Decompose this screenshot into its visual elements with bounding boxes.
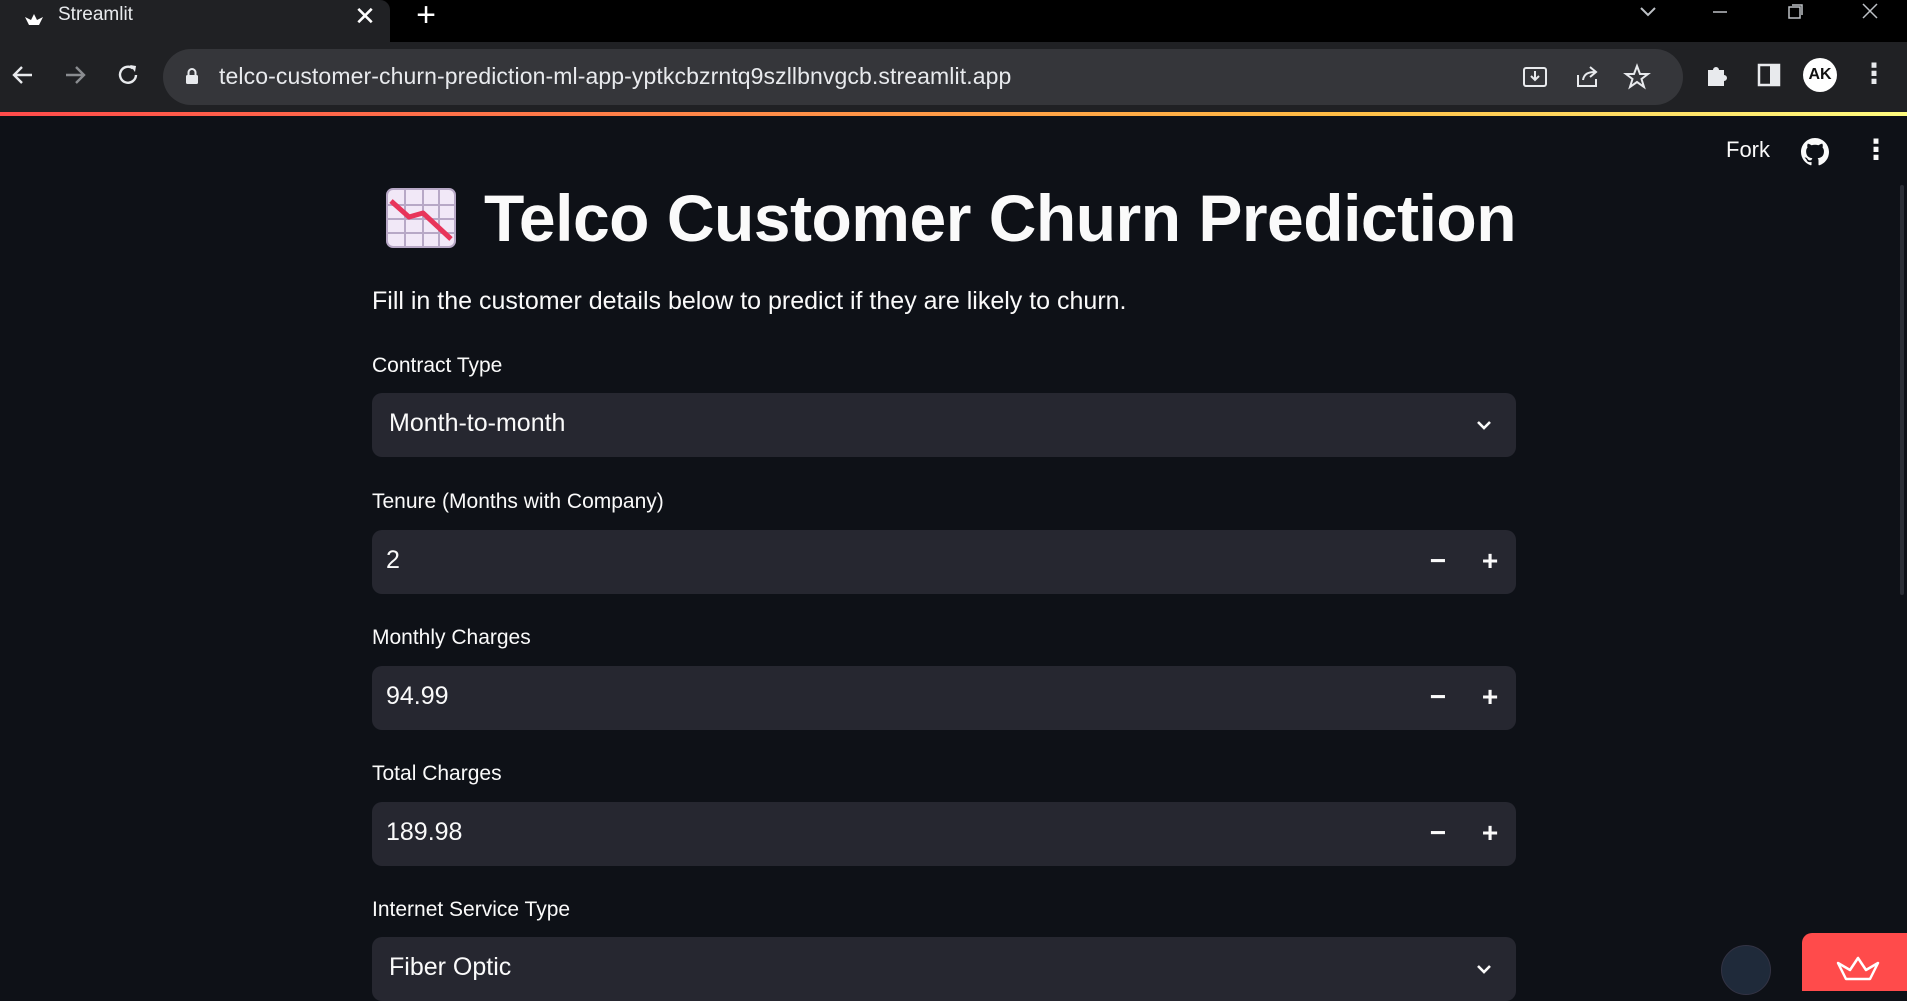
- tab-search-chevron-icon[interactable]: [1628, 0, 1668, 28]
- side-panel-icon[interactable]: [1754, 60, 1784, 90]
- window-close-icon[interactable]: [1850, 0, 1890, 28]
- forward-arrow-icon[interactable]: [60, 60, 90, 90]
- internet-service-select[interactable]: Fiber Optic: [372, 937, 1516, 1001]
- streamlit-crown-icon: [1836, 956, 1880, 981]
- chart-decreasing-icon: [386, 188, 456, 248]
- restore-icon[interactable]: [1775, 0, 1815, 28]
- page-title: Telco Customer Churn Prediction: [484, 181, 1517, 255]
- internet-service-value: Fiber Optic: [389, 953, 512, 981]
- page-header: Telco Customer Churn Prediction: [385, 180, 1517, 256]
- monthly-charges-number-input[interactable]: 94.99 − +: [372, 666, 1516, 730]
- status-progress-line: [0, 112, 1907, 116]
- monthly-charges-value[interactable]: 94.99: [386, 682, 449, 711]
- total-charges-decrement-button[interactable]: −: [1412, 802, 1464, 866]
- total-charges-number-input[interactable]: 189.98 − +: [372, 802, 1516, 866]
- install-app-icon[interactable]: [1521, 63, 1549, 91]
- browser-toolbar: telco-customer-churn-prediction-ml-app-y…: [0, 42, 1907, 112]
- url-text[interactable]: telco-customer-churn-prediction-ml-app-y…: [219, 63, 1011, 90]
- new-tab-button[interactable]: +: [410, 0, 442, 32]
- page-scrollbar[interactable]: [1900, 185, 1904, 595]
- tab-title: Streamlit: [58, 4, 133, 25]
- total-charges-increment-button[interactable]: +: [1464, 802, 1516, 866]
- creator-avatar[interactable]: [1721, 945, 1771, 995]
- minimize-icon[interactable]: [1700, 0, 1740, 28]
- streamlit-crown-icon: [25, 14, 43, 25]
- internet-service-label: Internet Service Type: [372, 898, 571, 921]
- chevron-down-icon[interactable]: [1474, 959, 1494, 979]
- fork-button[interactable]: Fork: [1726, 137, 1770, 163]
- profile-avatar[interactable]: AK: [1803, 58, 1837, 92]
- contract-type-select[interactable]: Month-to-month: [372, 393, 1516, 457]
- app-menu-icon[interactable]: ⋮: [1862, 136, 1890, 168]
- share-icon[interactable]: [1573, 63, 1601, 91]
- tenure-label: Tenure (Months with Company): [372, 490, 664, 513]
- monthly-charges-label: Monthly Charges: [372, 626, 531, 649]
- tenure-decrement-button[interactable]: −: [1412, 530, 1464, 594]
- tenure-number-input[interactable]: 2 − +: [372, 530, 1516, 594]
- lock-icon[interactable]: [185, 67, 199, 85]
- back-arrow-icon[interactable]: [8, 60, 38, 90]
- chevron-down-icon[interactable]: [1474, 415, 1494, 435]
- puzzle-icon[interactable]: [1702, 60, 1732, 90]
- contract-type-value: Month-to-month: [389, 409, 566, 437]
- address-bar[interactable]: telco-customer-churn-prediction-ml-app-y…: [163, 49, 1683, 105]
- tab-close-button[interactable]: ✕: [352, 3, 378, 29]
- tenure-increment-button[interactable]: +: [1464, 530, 1516, 594]
- browser-tab-strip: Streamlit ✕ +: [0, 0, 1907, 42]
- browser-tab[interactable]: Streamlit ✕: [0, 0, 390, 42]
- total-charges-value[interactable]: 189.98: [386, 818, 462, 847]
- total-charges-label: Total Charges: [372, 762, 502, 785]
- tenure-value[interactable]: 2: [386, 546, 400, 575]
- contract-type-label: Contract Type: [372, 354, 503, 377]
- star-icon[interactable]: [1623, 63, 1651, 91]
- monthly-charges-decrement-button[interactable]: −: [1412, 666, 1464, 730]
- page-subtitle: Fill in the customer details below to pr…: [372, 287, 1127, 315]
- reload-icon[interactable]: [113, 60, 143, 90]
- monthly-charges-increment-button[interactable]: +: [1464, 666, 1516, 730]
- streamlit-badge[interactable]: [1802, 933, 1907, 991]
- github-icon[interactable]: [1801, 138, 1829, 166]
- browser-menu-icon[interactable]: ⋮: [1860, 58, 1888, 92]
